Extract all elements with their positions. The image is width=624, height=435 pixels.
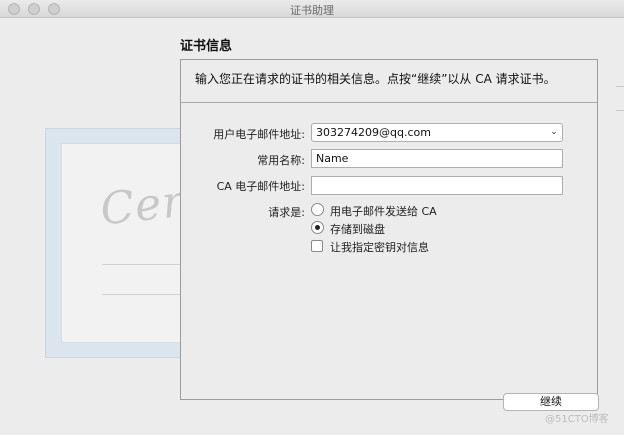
title-bar: 证书助理 <box>0 0 624 18</box>
user-email-label: 用户电子邮件地址: <box>213 128 305 141</box>
continue-button[interactable]: 继续 <box>503 393 599 411</box>
chevron-down-icon[interactable]: ⌄ <box>548 126 560 138</box>
email-to-ca-label[interactable]: 用电子邮件发送给 CA <box>330 203 437 219</box>
user-email-value: 303274209@qq.com <box>316 126 431 139</box>
watermark: @51CTO博客 <box>545 414 609 425</box>
form-panel: 输入您正在请求的证书的相关信息。点按“继续”以从 CA 请求证书。 用户电子邮件… <box>180 59 598 400</box>
email-to-ca-radio[interactable] <box>311 203 324 216</box>
window-title: 证书助理 <box>290 4 334 17</box>
edge-divider <box>616 86 624 87</box>
common-name-field[interactable]: Name <box>311 149 563 168</box>
specify-key-pair-checkbox[interactable] <box>311 240 323 252</box>
edge-divider <box>616 110 624 111</box>
ca-email-field[interactable] <box>311 176 563 195</box>
ca-email-label: CA 电子邮件地址: <box>216 180 305 193</box>
intro-text: 输入您正在请求的证书的相关信息。点按“继续”以从 CA 请求证书。 <box>195 72 556 86</box>
divider <box>181 102 597 103</box>
section-title: 证书信息 <box>180 39 233 54</box>
save-to-disk-radio[interactable] <box>311 221 324 234</box>
request-label: 请求是: <box>268 206 305 219</box>
user-email-combo[interactable]: 303274209@qq.com ⌄ <box>311 123 563 142</box>
window-body: Certifica 证书信息 输入您正在请求的证书的相关信息。点按“继续”以从 … <box>0 18 624 435</box>
save-to-disk-label[interactable]: 存储到磁盘 <box>330 221 385 237</box>
specify-key-pair-label[interactable]: 让我指定密钥对信息 <box>330 239 429 255</box>
common-name-label: 常用名称: <box>257 154 305 167</box>
